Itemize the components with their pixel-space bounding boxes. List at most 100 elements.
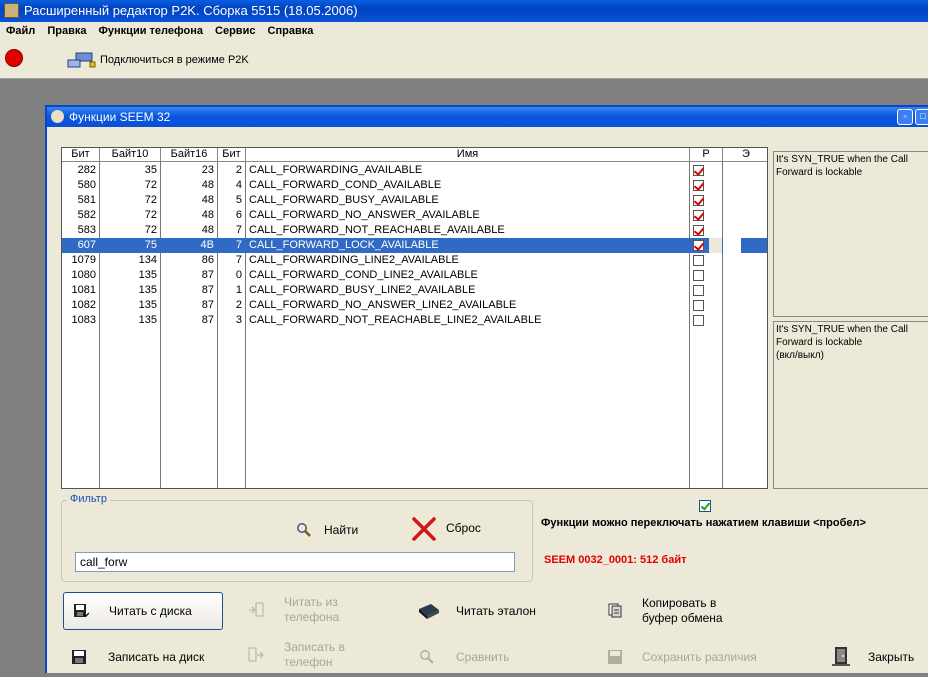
menu-phone-functions[interactable]: Функции телефона	[99, 22, 203, 41]
space-toggle-label: Функции можно переключать нажатием клави…	[541, 517, 866, 529]
connect-p2k-button[interactable]: Подключиться в режиме P2K	[66, 47, 249, 73]
filter-input[interactable]	[75, 552, 515, 572]
cell-name: CALL_FORWARD_NO_ANSWER_LINE2_AVAILABLE	[249, 299, 517, 311]
header-name[interactable]: Имя	[246, 148, 690, 162]
table-row[interactable]: 282 35 23 2 CALL_FORWARDING_AVAILABLE	[62, 163, 767, 178]
cell-name: CALL_FORWARD_COND_AVAILABLE	[249, 179, 442, 191]
header-byte16[interactable]: Байт16	[161, 148, 218, 162]
cell-b10: 134	[138, 254, 157, 266]
table-row[interactable]: 1081 135 87 1 CALL_FORWARD_BUSY_LINE2_AVAILA…	[62, 283, 767, 298]
reset-button[interactable]: Сброс	[409, 513, 481, 543]
header-byte10[interactable]: Байт10	[100, 148, 161, 162]
menu-service[interactable]: Сервис	[215, 22, 255, 41]
table-row[interactable]: 1083 135 87 3 CALL_FORWARD_NOT_REACHABLE_LIN…	[62, 313, 767, 328]
description-memo-2[interactable]: It's SYN_TRUE when the Call Forward is l…	[773, 321, 928, 489]
compare-button[interactable]: Сравнить	[419, 639, 529, 677]
cell-bit: 1081	[71, 284, 96, 296]
table-row[interactable]: 1079 134 86 7 CALL_FORWARDING_LINE2_AVAILABL…	[62, 253, 767, 268]
cell-bit: 1080	[71, 269, 96, 281]
cell-bit: 1083	[71, 314, 96, 326]
cell-name: CALL_FORWARD_LOCK_AVAILABLE	[249, 239, 439, 251]
menu-file[interactable]: Файл	[6, 22, 35, 41]
door-exit-icon	[832, 647, 850, 666]
cell-b16: 48	[201, 209, 214, 221]
cell-sub: 1	[235, 284, 242, 296]
cable-plug-icon	[67, 52, 96, 68]
p-checkbox[interactable]	[693, 210, 704, 221]
cell-b16: 48	[201, 224, 214, 236]
clipboard-copy-icon	[608, 603, 622, 618]
red-x-icon	[412, 517, 436, 541]
dialog-title: Функции SEEM 32	[69, 110, 171, 124]
read-from-disk-button[interactable]: Читать с диска	[63, 592, 223, 630]
maximize-icon[interactable]: □	[915, 109, 928, 125]
cell-name: CALL_FORWARDING_LINE2_AVAILABLE	[249, 254, 459, 266]
magnifier-icon	[297, 523, 311, 537]
functions-table[interactable]: Бит Байт10 Байт16 Бит Имя Р Э 282 35 23 2 CA…	[61, 147, 768, 489]
cell-b10: 35	[144, 164, 157, 176]
cell-sub: 7	[235, 239, 242, 251]
table-row[interactable]: 580 72 48 4 CALL_FORWARD_COND_AVAILABLE	[62, 178, 767, 193]
cell-bit: 1082	[71, 299, 96, 311]
header-subbit[interactable]: Бит	[218, 148, 246, 162]
cell-sub: 2	[235, 164, 242, 176]
cell-b10: 72	[144, 179, 157, 191]
p-checkbox[interactable]	[693, 315, 704, 326]
p-checkbox[interactable]	[693, 165, 704, 176]
p-checkbox[interactable]	[693, 255, 704, 266]
read-reference-button[interactable]: Читать эталон	[417, 594, 567, 632]
header-bit[interactable]: Бит	[62, 148, 100, 162]
space-toggle-checkbox[interactable]	[699, 500, 711, 512]
p-checkbox[interactable]	[693, 180, 704, 191]
cell-bit: 581	[77, 194, 96, 206]
cell-b10: 135	[138, 299, 157, 311]
table-row[interactable]: 581 72 48 5 CALL_FORWARD_BUSY_AVAILABLE	[62, 193, 767, 208]
cell-b10: 135	[138, 269, 157, 281]
menu-edit[interactable]: Правка	[47, 22, 86, 41]
p-checkbox[interactable]	[693, 285, 704, 296]
table-row[interactable]: 1080 135 87 0 CALL_FORWARD_COND_LINE2_AVAILA…	[62, 268, 767, 283]
cell-b16: 87	[201, 284, 214, 296]
restore-icon[interactable]: ▫	[897, 109, 913, 125]
cell-name: CALL_FORWARD_COND_LINE2_AVAILABLE	[249, 269, 478, 281]
cell-sub: 6	[235, 209, 242, 221]
table-row[interactable]: 607 75 4B 7 CALL_FORWARD_LOCK_AVAILABLE	[62, 238, 767, 253]
stop-icon[interactable]	[5, 49, 23, 67]
save-differences-button[interactable]: Сохранить различия	[607, 639, 777, 677]
dialog-title-bar: Функции SEEM 32 ▫ □	[47, 107, 928, 127]
cell-sub: 5	[235, 194, 242, 206]
write-to-phone-button[interactable]: Записать в телефон	[244, 639, 374, 677]
read-from-phone-button[interactable]: Читать из телефона	[244, 594, 374, 632]
p-checkbox[interactable]	[693, 240, 704, 251]
write-to-disk-button[interactable]: Записать на диск	[71, 639, 221, 677]
p-checkbox[interactable]	[693, 195, 704, 206]
p-checkbox[interactable]	[693, 225, 704, 236]
p-checkbox[interactable]	[693, 270, 704, 281]
table-row[interactable]: 582 72 48 6 CALL_FORWARD_NO_ANSWER_AVAILABLE	[62, 208, 767, 223]
cell-sub: 0	[235, 269, 242, 281]
table-row[interactable]: 583 72 48 7 CALL_FORWARD_NOT_REACHABLE_AVAIL…	[62, 223, 767, 238]
close-button[interactable]: Закрыть	[832, 639, 927, 677]
floppy-disabled-icon	[608, 650, 622, 664]
header-e[interactable]: Э	[723, 148, 767, 162]
cell-b16: 86	[201, 254, 214, 266]
cell-sub: 2	[235, 299, 242, 311]
copy-to-clipboard-button[interactable]: Копировать в буфер обмена	[607, 594, 757, 632]
find-button[interactable]: Найти	[292, 517, 358, 543]
dialog-icon	[51, 110, 64, 123]
floppy-save-icon	[72, 650, 86, 664]
p-checkbox[interactable]	[693, 300, 704, 311]
cell-name: CALL_FORWARD_BUSY_LINE2_AVAILABLE	[249, 284, 476, 296]
header-p[interactable]: Р	[690, 148, 723, 162]
cell-sub: 7	[235, 254, 242, 266]
cell-name: CALL_FORWARD_NO_ANSWER_AVAILABLE	[249, 209, 480, 221]
floppy-read-icon	[74, 604, 89, 617]
filter-label: Фильтр	[67, 493, 110, 505]
menu-help[interactable]: Справка	[268, 22, 314, 41]
description-memo[interactable]: It's SYN_TRUE when the Call Forward is l…	[773, 151, 928, 317]
menu-bar: Файл Правка Функции телефона Сервис Спра…	[0, 22, 928, 41]
table-row[interactable]: 1082 135 87 2 CALL_FORWARD_NO_ANSWER_LINE2_A…	[62, 298, 767, 313]
cell-b10: 75	[144, 239, 157, 251]
cell-b16: 48	[201, 194, 214, 206]
cell-bit: 607	[77, 239, 96, 251]
